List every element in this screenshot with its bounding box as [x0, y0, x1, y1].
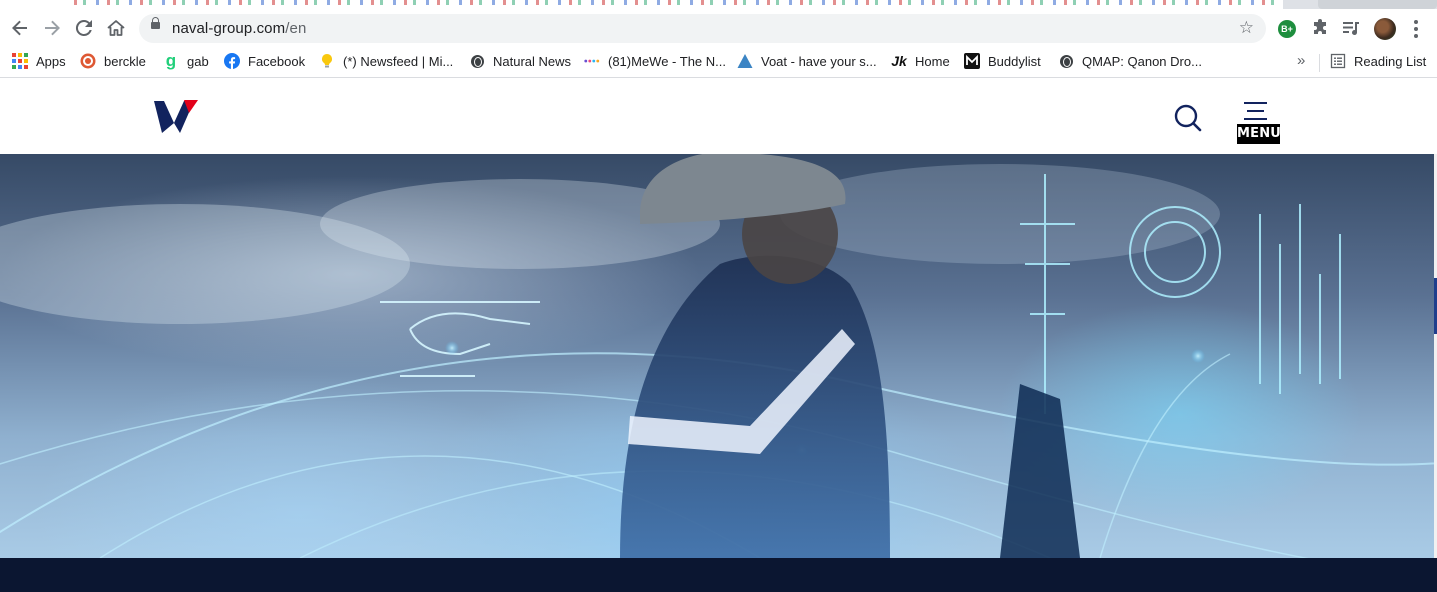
home-icon: [107, 20, 125, 36]
reload-button[interactable]: [71, 15, 97, 41]
lock-icon[interactable]: [151, 17, 160, 29]
tab-favicons: [74, 0, 1274, 5]
bookmarks-overflow-button[interactable]: »: [1297, 52, 1305, 69]
buddylist-icon: [964, 53, 980, 69]
hamburger-icon: [1244, 102, 1267, 126]
home-button[interactable]: [103, 15, 129, 41]
bookmark-newsfeed[interactable]: (*) Newsfeed | Mi...: [319, 52, 453, 70]
bookmark-facebook[interactable]: Facebook: [224, 52, 305, 70]
menu-button[interactable]: MENU: [1237, 102, 1281, 145]
forward-arrow-icon: [45, 20, 60, 36]
hero-image: [0, 154, 1434, 558]
bookmark-voat[interactable]: Voat - have your s...: [737, 52, 877, 70]
bookmark-apps[interactable]: Apps: [12, 52, 66, 70]
address-bar[interactable]: naval-group.com/en ☆: [139, 14, 1266, 43]
globe-icon: [469, 53, 485, 69]
dark-content-band: [0, 558, 1437, 592]
forward-button[interactable]: [39, 15, 65, 41]
bookmark-qmap[interactable]: QMAP: Qanon Dro...: [1058, 52, 1202, 70]
bookmark-natural-news[interactable]: Natural News: [469, 52, 571, 70]
menu-label: MENU: [1237, 124, 1281, 144]
facebook-icon: [224, 53, 240, 69]
voat-icon: [737, 53, 753, 69]
back-arrow-icon: [12, 20, 27, 36]
site-header: [0, 78, 1437, 154]
lightbulb-icon: [319, 53, 335, 69]
profile-avatar[interactable]: [1374, 18, 1396, 40]
bookmarks-divider: [1319, 54, 1320, 72]
bookmark-buddylist[interactable]: Buddylist: [964, 52, 1041, 70]
apps-grid-icon: [12, 53, 28, 69]
reload-icon: [75, 19, 92, 36]
tab-strip: [0, 0, 1437, 9]
inactive-tab[interactable]: [1318, 0, 1437, 9]
media-controls-icon[interactable]: [1340, 17, 1362, 39]
browser-toolbar: naval-group.com/en ☆ B+: [0, 9, 1437, 47]
url-text[interactable]: naval-group.com/en: [172, 20, 306, 37]
reading-list-icon: [1330, 53, 1346, 69]
bookmark-star-icon[interactable]: ☆: [1239, 19, 1254, 37]
search-icon[interactable]: [1174, 104, 1202, 132]
naval-group-logo[interactable]: [154, 99, 198, 135]
gab-icon: g: [165, 51, 177, 70]
globe-icon: [1058, 53, 1074, 69]
bookmark-home[interactable]: Jk Home: [891, 52, 949, 70]
home-bookmark-icon: Jk: [891, 53, 907, 69]
bookmark-berckle[interactable]: berckle: [80, 52, 146, 70]
mewe-icon: [584, 53, 600, 69]
extensions-puzzle-icon[interactable]: [1309, 17, 1331, 39]
berckle-icon: [80, 53, 96, 69]
bookmark-mewe[interactable]: (81)MeWe - The N...: [584, 52, 726, 70]
back-button[interactable]: [7, 15, 33, 41]
bookmark-gab[interactable]: g gab: [163, 51, 209, 70]
extension-badge-icon[interactable]: B+: [1278, 20, 1296, 38]
hero-banner: [0, 154, 1434, 558]
reading-list-button[interactable]: Reading List: [1330, 52, 1426, 70]
browser-menu-icon[interactable]: [1411, 20, 1421, 38]
